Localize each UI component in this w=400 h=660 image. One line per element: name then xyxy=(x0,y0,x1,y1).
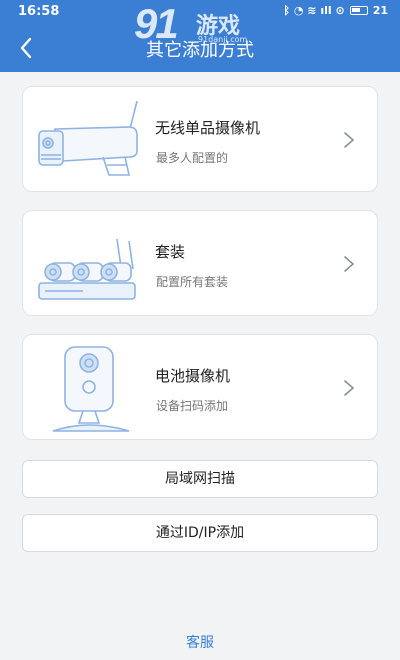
customer-service-link[interactable]: 客服 xyxy=(0,632,400,652)
header-bar: 其它添加方式 xyxy=(0,24,400,72)
card-subtitle: 设备扫码添加 xyxy=(156,399,229,413)
chevron-right-icon xyxy=(344,380,355,396)
status-bar: 16:58 ᛒ ◔ ≋ ıll ⊙ 21 xyxy=(0,0,400,24)
chevron-right-icon xyxy=(344,256,355,272)
card-title: 套装 xyxy=(155,243,186,261)
battery-icon xyxy=(349,6,368,15)
card-title: 电池摄像机 xyxy=(155,367,231,385)
battery-level: 21 xyxy=(372,4,388,17)
card-subtitle: 最多人配置的 xyxy=(156,151,229,165)
card-title: 无线单品摄像机 xyxy=(155,119,261,137)
lan-scan-button[interactable]: 局域网扫描 xyxy=(22,460,378,498)
card-wireless-camera[interactable]: 无线单品摄像机 最多人配置的 xyxy=(22,86,378,192)
add-by-id-button[interactable]: 通过ID/IP添加 xyxy=(22,514,378,552)
page-title: 其它添加方式 xyxy=(146,40,254,61)
status-indicator-icons: ᛒ ◔ ≋ ıll ⊙ xyxy=(283,4,345,17)
card-battery-camera[interactable]: 电池摄像机 设备扫码添加 xyxy=(22,334,378,440)
card-camera-kit[interactable]: 套装 配置所有套装 xyxy=(22,210,378,316)
camera-kit-icon xyxy=(38,238,136,300)
status-icons: ᛒ ◔ ≋ ıll ⊙ 21 xyxy=(283,4,388,17)
battery-camera-icon xyxy=(52,346,130,432)
wireless-camera-icon xyxy=(38,100,138,176)
chevron-right-icon xyxy=(344,132,355,148)
card-subtitle: 配置所有套装 xyxy=(156,275,229,289)
status-time: 16:58 xyxy=(18,4,60,19)
